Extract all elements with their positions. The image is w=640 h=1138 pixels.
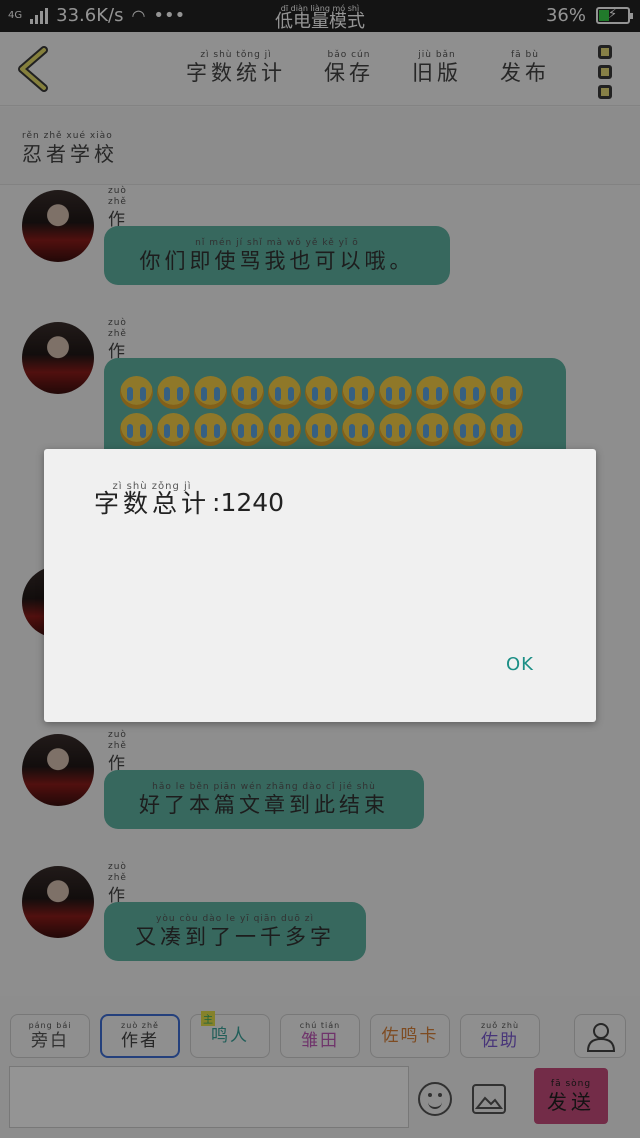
word-count-dialog: zì shù zǒng jì 字数总计 :1240 OK (44, 449, 596, 722)
ok-button[interactable]: OK (506, 654, 534, 675)
word-count-value: :1240 (212, 488, 285, 517)
word-count-label: zì shù zǒng jì 字数总计 (94, 481, 211, 518)
